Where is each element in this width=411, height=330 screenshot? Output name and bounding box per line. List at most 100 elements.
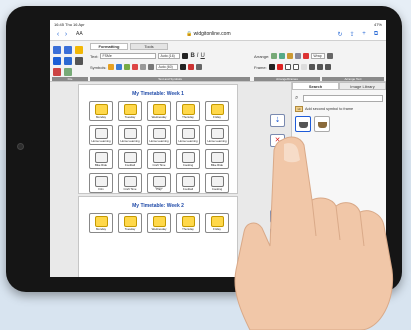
undo-icon[interactable]	[53, 46, 61, 54]
redo-icon[interactable]	[64, 46, 73, 54]
arrange-front-icon[interactable]	[271, 53, 278, 59]
timetable-cell[interactable]: Cooking	[205, 173, 229, 193]
back-icon[interactable]: ‹	[54, 31, 62, 38]
timetable-cell[interactable]: Home Learning	[147, 125, 171, 145]
reload-icon[interactable]: ↻	[334, 31, 346, 38]
timetable-cell[interactable]: Home Learning	[89, 125, 113, 145]
symbol-result-cooking[interactable]	[295, 116, 311, 132]
timetable-cell[interactable]: Home Learning	[205, 125, 229, 145]
font-size-select[interactable]: Auto (16)	[158, 53, 181, 59]
timetable-cell[interactable]: Play	[147, 173, 171, 193]
document-area[interactable]: My Timetable: Week 1 Monday Tuesday Wednes…	[50, 82, 265, 277]
symbol-position-icon[interactable]	[196, 64, 203, 70]
text-color-button[interactable]	[182, 53, 189, 59]
copy-button[interactable]: ⧉	[270, 210, 285, 223]
timetable-cell[interactable]: Cooking	[176, 149, 200, 169]
align-left-icon[interactable]	[308, 64, 315, 70]
arrange-delete-icon[interactable]	[303, 53, 310, 59]
frame-rounded-button[interactable]	[292, 64, 299, 70]
timetable-cell[interactable]: Football	[176, 173, 200, 193]
timetable-cell[interactable]: Thursday	[176, 213, 200, 233]
save-icon[interactable]	[64, 57, 73, 65]
symbol-image-icon	[124, 216, 137, 227]
timetable-cell[interactable]: Craft Time	[147, 149, 171, 169]
share-icon[interactable]: ⇪	[346, 31, 358, 38]
tabs-icon[interactable]: ⧉	[370, 31, 382, 38]
symbol-image-icon	[124, 152, 137, 163]
symbol-remove-icon[interactable]	[188, 64, 195, 70]
address-bar[interactable]: 🔒 widgitonline.com	[83, 31, 334, 37]
align-center-icon[interactable]	[316, 64, 323, 70]
symbol-image-icon	[182, 104, 195, 115]
timetable-cell[interactable]: Home Learning	[118, 125, 142, 145]
pdf-icon[interactable]	[53, 68, 61, 76]
tab-tools[interactable]: Tools	[130, 43, 168, 50]
symbol-color-icon[interactable]	[116, 64, 123, 70]
timetable-cell[interactable]: Tuesday	[118, 213, 142, 233]
arrange-group-icon[interactable]	[287, 53, 294, 59]
symbol-size-select[interactable]: Auto (60)	[156, 64, 179, 70]
symbol-skin-icon[interactable]	[124, 64, 131, 70]
text-size-button[interactable]: AA	[76, 31, 83, 37]
timetable-cell[interactable]: Home Learning	[176, 125, 200, 145]
timetable-cell[interactable]: Monday	[89, 101, 113, 121]
new-tab-icon[interactable]: +	[358, 31, 370, 37]
timetable-cell[interactable]: Film	[89, 173, 113, 193]
timetable-cell[interactable]: Monday	[89, 213, 113, 233]
arrange-link-icon[interactable]	[295, 53, 302, 59]
search-input[interactable]	[303, 94, 383, 102]
font-select[interactable]: FSMe	[100, 53, 157, 59]
timetable-cell[interactable]: Friday	[205, 213, 229, 233]
timetable-cell[interactable]: Craft Time	[118, 173, 142, 193]
align-right-icon[interactable]	[324, 64, 331, 70]
paste-button[interactable]: ⎘	[270, 228, 285, 241]
symbols-label: Symbols:	[90, 64, 107, 70]
forward-icon[interactable]: ›	[62, 31, 70, 38]
page-title-2: My Timetable: Week 2	[132, 203, 184, 209]
italic-button[interactable]: I	[197, 53, 199, 59]
underline-button[interactable]: U	[200, 53, 204, 59]
timetable-cell[interactable]: Bike Ride	[205, 149, 229, 169]
bold-button[interactable]: B	[190, 53, 194, 59]
timetable-page-1[interactable]: My Timetable: Week 1 Monday Tuesday Wednes…	[78, 84, 238, 194]
timetable-cell[interactable]: Friday	[205, 101, 229, 121]
cell-label: Thursday	[182, 115, 194, 119]
timetable-cell[interactable]: Bike Ride	[89, 149, 113, 169]
timetable-cell[interactable]: Wednesday	[147, 101, 171, 121]
timetable-page-2[interactable]: My Timetable: Week 2 Monday Tuesday Wednes…	[78, 196, 238, 277]
timetable-cell[interactable]: Wednesday	[147, 213, 171, 233]
symbol-fill-button[interactable]	[180, 64, 187, 70]
image-icon[interactable]	[64, 68, 73, 76]
symbol-result-pan[interactable]	[314, 116, 330, 132]
cell-label: Bike Ride	[95, 163, 107, 167]
wrap-select[interactable]: Wrap	[311, 53, 326, 59]
timetable-cell[interactable]: Tuesday	[118, 101, 142, 121]
symbol-image-icon	[95, 176, 108, 187]
frame-shadow-button[interactable]	[300, 64, 307, 70]
print-icon[interactable]	[75, 57, 84, 65]
text-controls: Text: FSMe Auto (16) B I U	[90, 53, 205, 59]
symbol-heart-icon[interactable]	[132, 64, 139, 70]
search-icon[interactable]: ⌕	[295, 95, 303, 102]
tab-image-library[interactable]: Image Library	[339, 82, 386, 90]
add-cell-button[interactable]: ⇣	[270, 114, 285, 127]
frame-red-button[interactable]	[276, 64, 283, 70]
symbol-image-icon	[211, 216, 224, 227]
timetable-cell[interactable]: Thursday	[176, 101, 200, 121]
smiley-icon[interactable]	[75, 46, 84, 54]
symbol-person-icon[interactable]	[108, 64, 115, 70]
symbol-grid-icon[interactable]	[140, 64, 147, 70]
tab-formatting[interactable]: Formatting	[90, 43, 128, 50]
timetable-cell[interactable]: Football	[118, 149, 142, 169]
add-second-symbol-row[interactable]: Hi Add second symbol to frame	[295, 106, 383, 112]
home-icon[interactable]	[53, 57, 61, 65]
arrange-back-icon[interactable]	[279, 53, 286, 59]
align-icon[interactable]	[327, 53, 334, 59]
tab-search[interactable]: Search	[292, 82, 339, 90]
frame-square-button[interactable]	[284, 64, 291, 70]
delete-cell-button[interactable]: ✕	[270, 134, 285, 147]
frame-color-button[interactable]	[268, 64, 275, 70]
symbol-flip-icon[interactable]	[148, 64, 155, 70]
section-arrange-label: Arrange/Frames	[254, 77, 320, 81]
name-field[interactable]: Name	[139, 186, 179, 190]
